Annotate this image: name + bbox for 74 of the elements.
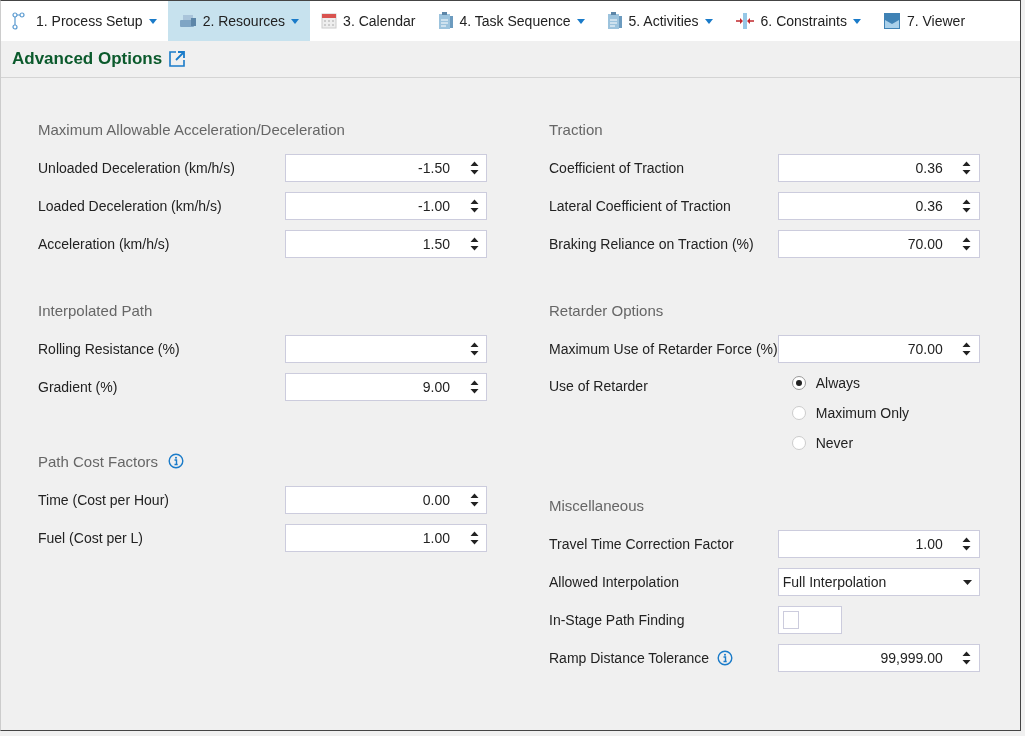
spinner-arrows-icon[interactable] xyxy=(469,199,479,213)
converging-arrows-icon xyxy=(734,12,755,30)
number-spinner-field[interactable]: 99,999.00 xyxy=(777,644,980,672)
dropdown-field[interactable]: Full Interpolation xyxy=(777,568,980,596)
clipboard-icon xyxy=(606,12,623,30)
spinner-arrows-icon[interactable] xyxy=(962,161,972,175)
radio-label[interactable]: Maximum Only xyxy=(815,405,910,421)
number-spinner-field[interactable]: 1.00 xyxy=(285,524,487,552)
field-label: Gradient (%) xyxy=(38,379,118,395)
number-spinner-field[interactable]: 9.00 xyxy=(285,373,487,401)
spinner-arrows-icon[interactable] xyxy=(469,237,479,251)
calendar-icon xyxy=(321,13,338,29)
field-label: Use of Retarder xyxy=(549,378,648,394)
section-heading: Retarder Options xyxy=(549,301,664,319)
spinner-arrows-icon[interactable] xyxy=(962,199,972,213)
field-label: Loaded Deceleration (km/h/s) xyxy=(38,198,222,214)
nav-tab[interactable]: 5. Activities xyxy=(595,1,724,41)
viewer-icon xyxy=(882,12,901,30)
info-icon[interactable] xyxy=(717,650,734,666)
section-heading: Maximum Allowable Acceleration/Deceleration xyxy=(38,120,345,138)
section-heading: Traction xyxy=(549,120,603,138)
info-icon[interactable] xyxy=(168,453,185,469)
clipboard-icon xyxy=(437,12,454,30)
spinner-arrows-icon[interactable] xyxy=(469,493,479,507)
checkbox[interactable] xyxy=(782,611,799,629)
number-spinner-field[interactable]: 0.00 xyxy=(285,486,487,514)
nav-tab[interactable]: 6. Constraints xyxy=(723,1,872,41)
spinner-arrows-icon[interactable] xyxy=(962,651,972,665)
field-label: In-Stage Path Finding xyxy=(549,612,685,628)
spinner-arrows-icon[interactable] xyxy=(962,237,972,251)
number-spinner-field[interactable]: 70.00 xyxy=(777,230,980,258)
radio-button[interactable] xyxy=(791,436,806,450)
spinner-arrows-icon[interactable] xyxy=(962,342,972,356)
radio-label[interactable]: Never xyxy=(815,435,854,451)
nav-tab[interactable]: 4. Task Sequence xyxy=(426,1,596,41)
field-label: Unloaded Deceleration (km/h/s) xyxy=(38,160,235,176)
radio-button[interactable] xyxy=(791,406,806,420)
field-label: Travel Time Correction Factor xyxy=(549,536,734,552)
radio-label[interactable]: Always xyxy=(815,375,861,391)
field-label: Braking Reliance on Traction (%) xyxy=(549,236,754,252)
external-link-icon[interactable] xyxy=(168,50,187,68)
number-spinner-field[interactable]: 0.36 xyxy=(777,192,980,220)
page-title: Advanced Options xyxy=(12,49,163,69)
number-spinner-field[interactable]: 1.50 xyxy=(285,230,487,258)
number-spinner-field[interactable] xyxy=(285,335,487,363)
field-label: Maximum Use of Retarder Force (%) xyxy=(549,341,778,357)
spinner-arrows-icon[interactable] xyxy=(469,380,479,394)
field-label: Rolling Resistance (%) xyxy=(38,341,180,357)
spinner-arrows-icon[interactable] xyxy=(469,342,479,356)
number-spinner-field[interactable]: -1.00 xyxy=(285,192,487,220)
nav-tab[interactable]: 1. Process Setup xyxy=(1,1,168,41)
number-spinner-field[interactable]: 1.00 xyxy=(777,530,980,558)
printer-icon xyxy=(178,13,197,29)
field-label: Ramp Distance Tolerance xyxy=(549,650,710,666)
nav-tab[interactable]: 3. Calendar xyxy=(310,1,427,41)
nav-tab[interactable]: 2. Resources xyxy=(167,1,311,41)
field-label: Allowed Interpolation xyxy=(549,574,679,590)
field-label: Time (Cost per Hour) xyxy=(38,492,169,508)
number-spinner-field[interactable]: 0.36 xyxy=(777,154,980,182)
spinner-arrows-icon[interactable] xyxy=(962,537,972,551)
spinner-arrows-icon[interactable] xyxy=(469,161,479,175)
field-label: Fuel (Cost per L) xyxy=(38,530,144,546)
section-heading: Interpolated Path xyxy=(38,301,153,319)
number-spinner-field[interactable]: -1.50 xyxy=(285,154,487,182)
field-label: Lateral Coefficient of Traction xyxy=(549,198,731,214)
number-spinner-field[interactable]: 70.00 xyxy=(777,335,980,363)
section-heading: Path Cost Factors xyxy=(38,452,159,470)
section-heading: Miscellaneous xyxy=(549,496,645,514)
field-label: Acceleration (km/h/s) xyxy=(38,236,170,252)
radio-button[interactable] xyxy=(791,376,806,390)
field-label: Coefficient of Traction xyxy=(549,160,685,176)
caret-icon xyxy=(962,579,972,585)
nav-tab[interactable]: 7. Viewer xyxy=(871,1,977,41)
spinner-arrows-icon[interactable] xyxy=(469,531,479,545)
